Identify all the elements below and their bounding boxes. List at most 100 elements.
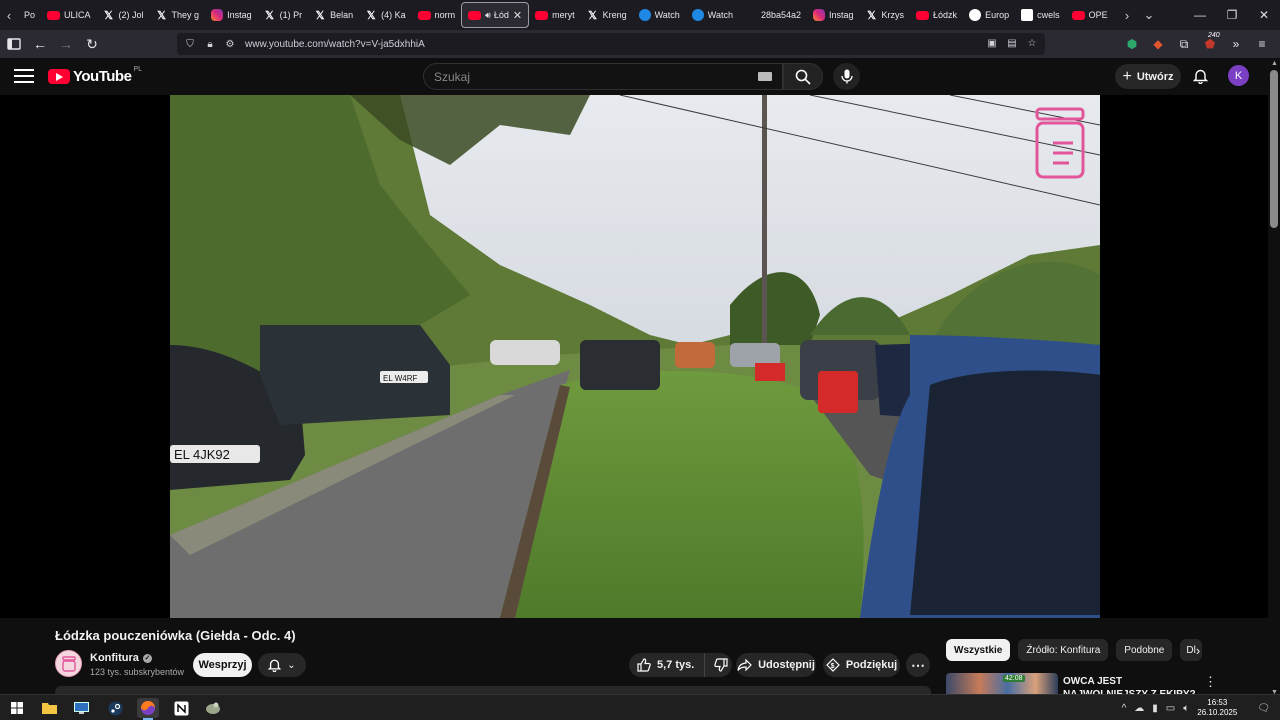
browser-tab[interactable]: 28ba54a2 <box>739 2 807 28</box>
search-input[interactable]: Szukaj <box>423 63 783 90</box>
tray-expand-icon[interactable]: ^ <box>1122 703 1127 714</box>
video-frame[interactable]: EL 4JK92 EL W4RF <box>170 95 1100 618</box>
url-bar[interactable]: ⛉ 🔒︎ ⚙︎ www.youtube.com/watch?v=V-ja5dxh… <box>177 33 1045 55</box>
recommended-thumbnail[interactable] <box>946 673 1058 695</box>
browser-tab[interactable]: 𝕏 (1) Pr <box>258 2 309 28</box>
hamburger-menu-icon[interactable] <box>14 67 34 85</box>
tab-list-dropdown-icon[interactable]: ⌄ <box>1140 0 1158 30</box>
close-tab-icon[interactable]: ✕ <box>513 9 522 22</box>
reader-view-icon[interactable]: ▤ <box>1005 36 1019 50</box>
game-app-icon[interactable] <box>202 698 224 718</box>
filter-chip[interactable]: Źródło: Konfitura <box>1018 639 1109 661</box>
steam-icon[interactable] <box>104 698 126 718</box>
restore-icon[interactable]: ❐ <box>1216 0 1248 30</box>
browser-tab[interactable]: 𝕏 Kreng <box>581 2 633 28</box>
speaker-icon[interactable]: 🔊︎ <box>485 10 491 21</box>
channel-avatar[interactable] <box>55 650 82 677</box>
vpn-shield-icon[interactable]: ⬢ <box>1122 32 1142 56</box>
lock-icon[interactable]: 🔒︎ <box>203 37 217 51</box>
dislike-button[interactable] <box>705 658 728 672</box>
monitor-app-icon[interactable] <box>70 698 92 718</box>
youtube-icon <box>535 10 549 20</box>
ublock-icon[interactable]: ⬟ 240 <box>1200 32 1220 56</box>
notifications-button[interactable] <box>1190 66 1210 86</box>
browser-tab[interactable]: Europ <box>963 2 1015 28</box>
share-button[interactable]: Udostępnij <box>736 653 816 677</box>
browser-tab[interactable]: 𝕏 They g <box>150 2 206 28</box>
keyboard-icon[interactable] <box>758 72 772 81</box>
search-button[interactable] <box>783 63 823 90</box>
back-icon[interactable]: ← <box>28 32 52 56</box>
channel-name[interactable]: Konfitura <box>90 652 139 664</box>
browser-tab[interactable]: 𝕏 (2) Jol <box>97 2 150 28</box>
sidebar-toggle-icon[interactable] <box>2 32 26 56</box>
tab-active[interactable]: 🔊︎ Łód ✕ <box>461 2 530 28</box>
notifications-center-icon[interactable]: 🗨︎ <box>1257 703 1270 714</box>
browser-tab[interactable]: Instag <box>205 2 258 28</box>
browser-tab[interactable]: Watch <box>686 2 739 28</box>
browser-tab[interactable]: cwels <box>1015 2 1066 28</box>
video-player[interactable]: EL 4JK92 EL W4RF <box>0 95 1268 618</box>
chips-next-icon[interactable]: › <box>1188 640 1208 660</box>
tab-label: Instag <box>227 10 252 20</box>
fox-extension-icon[interactable]: ◆ <box>1148 32 1168 56</box>
page-scrollbar[interactable]: ▲ ▼ <box>1268 58 1280 698</box>
browser-tab[interactable]: ULICA <box>41 2 97 28</box>
description-box[interactable] <box>55 686 931 694</box>
subscription-bell-button[interactable]: ⌄ <box>258 653 306 677</box>
channel-name-row[interactable]: Konfitura ✓ <box>90 652 152 664</box>
windows-start-icon[interactable] <box>6 698 28 718</box>
browser-tab[interactable]: Watch <box>633 2 686 28</box>
shield-icon[interactable]: ⛉ <box>183 37 197 51</box>
filter-chip[interactable]: Wszystkie <box>946 639 1011 661</box>
extensions-icon[interactable]: ⧉ <box>1174 32 1194 56</box>
youtube-icon <box>468 10 482 20</box>
support-button[interactable]: Wesprzyj <box>193 653 252 677</box>
tab-scroll-left-icon[interactable]: ‹ <box>0 0 18 30</box>
browser-tab[interactable]: 𝕏 Krzys <box>860 2 911 28</box>
create-button[interactable]: + Utwórz <box>1115 64 1181 89</box>
recommended-more-icon[interactable]: ⋮ <box>1204 674 1217 690</box>
browser-tab[interactable]: OPE <box>1066 2 1114 28</box>
voice-search-button[interactable] <box>833 63 860 90</box>
forward-icon[interactable]: → <box>54 32 78 56</box>
browser-tab[interactable]: Instag <box>807 2 860 28</box>
more-actions-button[interactable]: ⋯ <box>906 653 930 677</box>
account-avatar[interactable]: K <box>1228 65 1249 86</box>
overflow-chevron-icon[interactable]: » <box>1226 32 1246 56</box>
filter-chip[interactable]: Podobne <box>1116 639 1173 661</box>
license-plate-left: EL 4JK92 <box>174 447 230 462</box>
microphone-icon <box>840 69 853 84</box>
browser-tab[interactable]: meryt <box>529 2 581 28</box>
browser-tab[interactable]: 𝕏 (4) Ka <box>359 2 412 28</box>
tab-scroll-right-icon[interactable]: › <box>1118 0 1136 30</box>
picture-in-picture-icon[interactable]: ▣ <box>985 36 999 50</box>
bookmark-star-icon[interactable]: ☆ <box>1025 36 1039 50</box>
browser-tab[interactable]: 𝕏 Belan <box>308 2 359 28</box>
usb-icon[interactable]: ▮ <box>1152 703 1158 714</box>
clock[interactable]: 16:53 26.10.2025 <box>1197 698 1237 718</box>
recommended-title[interactable]: OWCA JEST NAJWOLNIEJSZY Z EKIPY? #MEGA R… <box>1063 675 1198 695</box>
reload-icon[interactable]: ↻ <box>80 32 104 56</box>
close-window-icon[interactable]: ✕ <box>1248 0 1280 30</box>
notion-icon[interactable] <box>170 698 192 718</box>
youtube-logo[interactable]: YouTube PL <box>48 66 142 85</box>
url-text[interactable]: www.youtube.com/watch?v=V-ja5dxhhiA <box>245 39 425 50</box>
onedrive-cloud-icon[interactable]: ☁ <box>1134 703 1144 714</box>
like-count: 5,7 tys. <box>657 659 695 671</box>
browser-tab[interactable]: norm <box>412 2 462 28</box>
scroll-up-icon[interactable]: ▲ <box>1271 60 1278 67</box>
file-explorer-icon[interactable] <box>38 698 60 718</box>
network-icon[interactable]: ▭ <box>1166 703 1175 714</box>
scrollbar-thumb[interactable] <box>1270 70 1278 228</box>
browser-tab[interactable]: Łódzk <box>910 2 963 28</box>
volume-icon[interactable]: 🔈︎ <box>1183 703 1189 714</box>
firefox-icon[interactable] <box>137 698 159 720</box>
tab-label: Instag <box>829 10 854 20</box>
like-button[interactable]: 5,7 tys. <box>629 653 706 677</box>
thanks-button[interactable]: $ Podziękuj <box>823 653 900 677</box>
app-menu-icon[interactable]: ≡ <box>1252 32 1272 56</box>
permissions-icon[interactable]: ⚙︎ <box>223 37 237 51</box>
minimize-icon[interactable]: — <box>1184 0 1216 30</box>
browser-tab[interactable]: Po <box>18 2 41 28</box>
